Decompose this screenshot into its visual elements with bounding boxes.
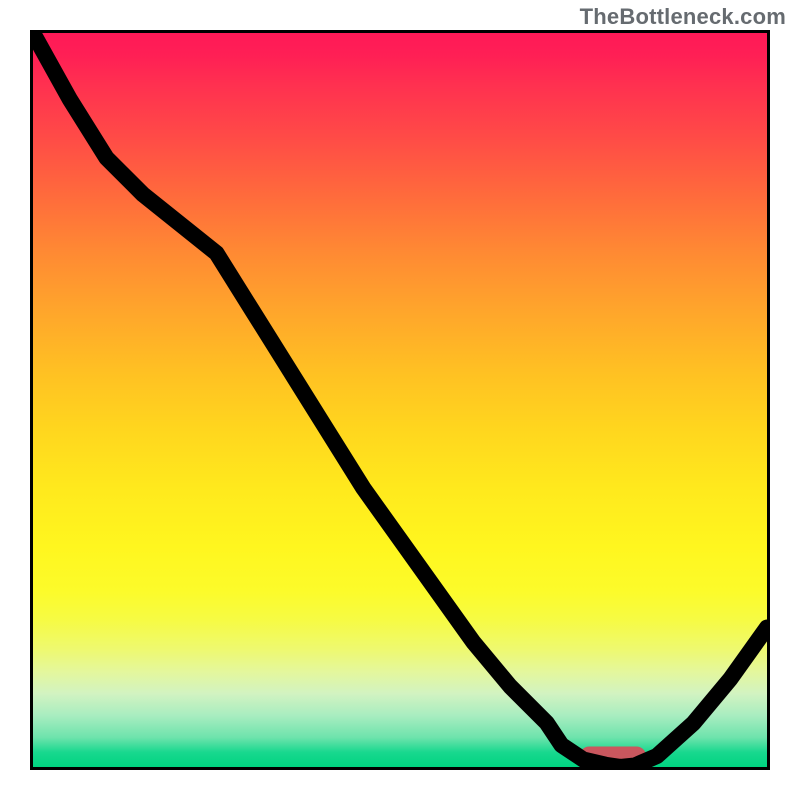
curve-layer <box>33 33 767 767</box>
bottleneck-curve <box>33 33 767 767</box>
bottleneck-chart: TheBottleneck.com <box>0 0 800 800</box>
plot-area <box>30 30 770 770</box>
watermark-text: TheBottleneck.com <box>580 4 786 30</box>
